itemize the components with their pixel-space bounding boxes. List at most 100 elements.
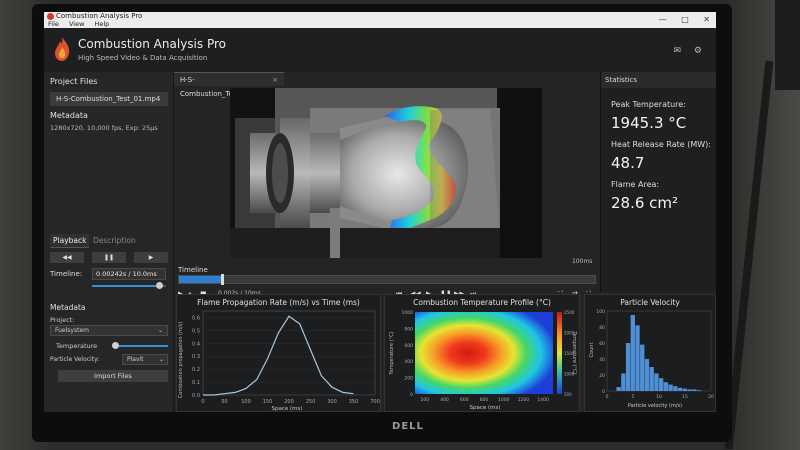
y-tick-label: 0.4 bbox=[192, 341, 200, 347]
app-icon bbox=[47, 13, 54, 20]
histogram-bar bbox=[621, 373, 626, 391]
rewind-button[interactable]: ◀◀ bbox=[50, 252, 84, 263]
histogram-bar bbox=[616, 387, 621, 391]
left-panel: Project Files H-S-Combustion_Test_01.mp4… bbox=[44, 72, 174, 412]
y-tick-label: 0.6 bbox=[192, 315, 200, 321]
temperature-profile-panel: Combustion Temperature Profile (°C) Temp… bbox=[384, 294, 580, 412]
pause-button[interactable]: ❚❚ bbox=[92, 252, 126, 263]
colorbar-tick-label: 1000 bbox=[564, 372, 575, 377]
histogram-bar bbox=[659, 378, 664, 391]
gear-icon[interactable]: ⚙ bbox=[694, 46, 702, 56]
particle-velocity-histogram: Count Particle velocity (m/s) 0 20 40 60 80 1… bbox=[589, 309, 714, 409]
project-select[interactable]: Fuelsystem ⌄ bbox=[50, 325, 168, 336]
x-tick-label: 10 bbox=[656, 394, 662, 400]
y-tick-label: 0.5 bbox=[192, 328, 200, 334]
x-tick-label: 0 bbox=[201, 399, 204, 405]
metadata-title: Metadata bbox=[50, 111, 88, 120]
import-files-button[interactable]: Import Files bbox=[58, 370, 168, 382]
monitor-logo: DELL bbox=[392, 421, 424, 432]
histogram-bar bbox=[654, 373, 659, 391]
flame-chart-xlabel: Space (ms) bbox=[271, 406, 302, 412]
menu-file[interactable]: File bbox=[48, 20, 59, 28]
app-subtitle: High Speed Video & Data Acquisition bbox=[78, 54, 208, 62]
heatmap-colorbar bbox=[557, 312, 562, 394]
y-tick-label: 0.2 bbox=[192, 367, 200, 373]
histogram-bar bbox=[696, 390, 702, 391]
maximize-icon[interactable]: □ bbox=[681, 15, 689, 24]
tripod-top bbox=[775, 0, 800, 90]
heat-release-label: Heat Release Rate (MW): bbox=[611, 140, 711, 149]
particle-velocity-select[interactable]: Plavit ⌄ bbox=[122, 354, 168, 365]
x-tick-label: 50 bbox=[221, 399, 227, 405]
histogram-bar bbox=[692, 389, 697, 391]
menu-view[interactable]: View bbox=[69, 20, 84, 28]
timeline-input[interactable]: 0.00242s / 10.0ms bbox=[92, 268, 166, 280]
temperature-label: Temperature bbox=[56, 342, 98, 350]
app-header: Combustion Analysis Pro High Speed Video… bbox=[44, 28, 716, 72]
histogram-bar bbox=[677, 387, 683, 391]
close-icon[interactable]: ✕ bbox=[703, 15, 710, 24]
timeline-slider-knob[interactable] bbox=[155, 282, 163, 289]
y-tick-label: 80 bbox=[599, 325, 605, 331]
x-tick-label: 200 bbox=[421, 397, 430, 403]
histogram-bar bbox=[663, 382, 669, 391]
metadata-value: 1280x720, 10,000 fps, Exp: 25µs bbox=[50, 124, 158, 132]
mail-icon[interactable]: ✉ bbox=[674, 46, 682, 56]
flame-chart-ylabel: Combustion propagation (m/s) bbox=[178, 322, 184, 398]
x-tick-label: 200 bbox=[284, 399, 294, 405]
tab-playback[interactable]: Playback bbox=[50, 234, 90, 248]
window-controls: — □ ✕ bbox=[647, 15, 710, 24]
flame-area-label: Flame Area: bbox=[611, 180, 660, 189]
x-tick-label: 5 bbox=[632, 394, 635, 400]
histogram-bar bbox=[635, 325, 640, 391]
chevron-down-icon: ⌄ bbox=[158, 356, 164, 363]
menu-help[interactable]: Help bbox=[94, 20, 109, 28]
timeline-progress bbox=[179, 276, 221, 283]
y-tick-label: 60 bbox=[599, 341, 605, 347]
timeline-label: Timeline: bbox=[50, 270, 83, 278]
timeline-playhead[interactable] bbox=[220, 274, 224, 285]
title-bar: Combustion Analysis Pro File View Help —… bbox=[44, 12, 716, 28]
tab-description[interactable]: Description bbox=[90, 234, 139, 248]
particle-chart-ylabel: Count bbox=[589, 343, 595, 358]
plot-frame bbox=[202, 310, 376, 396]
y-tick-label: 200 bbox=[404, 376, 413, 382]
flame-icon bbox=[55, 37, 70, 61]
particle-velocity-label: Particle Velocity: bbox=[50, 356, 100, 363]
x-tick-label: 150 bbox=[263, 399, 273, 405]
temperature-slider-knob[interactable] bbox=[112, 342, 119, 349]
temperature-slider[interactable] bbox=[112, 342, 168, 349]
x-tick-label: 20 bbox=[708, 394, 714, 400]
minimize-icon[interactable]: — bbox=[659, 15, 667, 24]
histogram-bar bbox=[644, 359, 650, 391]
project-file-item[interactable]: H-S-Combustion_Test_01.mp4 bbox=[50, 92, 168, 106]
x-tick-label: 350 bbox=[349, 399, 359, 405]
y-tick-label: 800 bbox=[404, 326, 413, 332]
video-frame[interactable] bbox=[230, 88, 542, 258]
menu-bar: File View Help bbox=[48, 20, 117, 28]
timeline-slider[interactable] bbox=[92, 282, 166, 289]
y-tick-label: 40 bbox=[599, 357, 605, 363]
x-tick-label: 250 bbox=[306, 399, 316, 405]
play-button[interactable]: ▶ bbox=[134, 252, 168, 263]
y-tick-label: 0 bbox=[410, 392, 413, 398]
timeline-scrubber[interactable] bbox=[178, 274, 596, 285]
particle-velocity-panel: Particle Velocity Count Particle velocit… bbox=[584, 294, 716, 412]
playback-buttons: ◀◀ ❚❚ ▶ bbox=[50, 252, 168, 264]
timeline-end-label: 100ms bbox=[572, 258, 593, 265]
histogram-bar bbox=[649, 367, 654, 391]
project-select-value: Fuelsystem bbox=[55, 327, 89, 334]
temp-chart-xlabel: Space (ms) bbox=[469, 405, 500, 411]
close-tab-icon[interactable]: × bbox=[272, 73, 278, 87]
left-tabs: Playback Description bbox=[50, 234, 170, 248]
y-tick-label: 20 bbox=[599, 373, 605, 379]
x-tick-label: 100 bbox=[241, 399, 251, 405]
colorbar-tick-label: 2500 bbox=[564, 310, 575, 315]
statistics-title: Statistics bbox=[601, 72, 716, 88]
project-files-title: Project Files bbox=[50, 77, 98, 86]
x-tick-label: 800 bbox=[480, 397, 489, 403]
histogram-bar bbox=[668, 384, 673, 391]
video-tab[interactable]: H-S-Combustion_Test_04.mp4 × bbox=[174, 72, 284, 98]
histogram-bar bbox=[682, 388, 687, 391]
x-tick-label: 0 bbox=[606, 394, 609, 400]
